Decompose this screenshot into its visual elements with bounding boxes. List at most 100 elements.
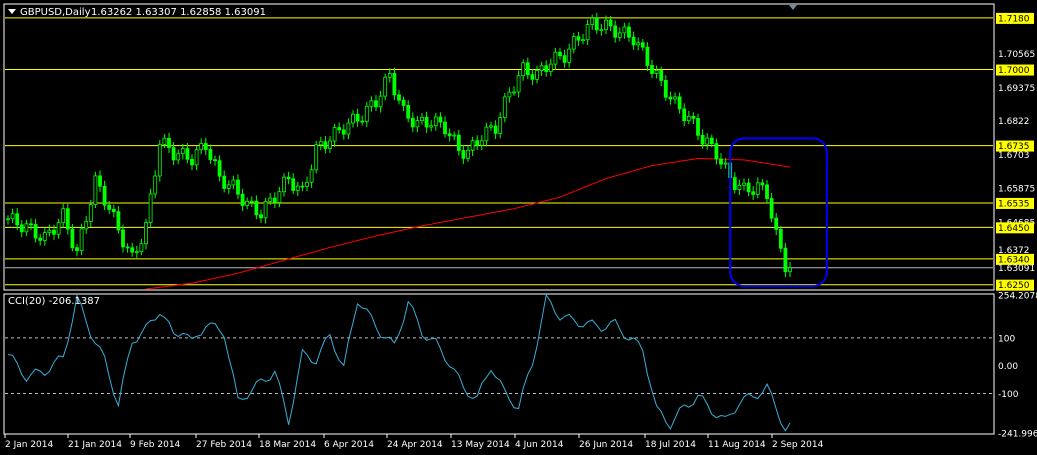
price-tick-label: 1.6250 <box>998 281 1030 291</box>
x-tick-label: 2 Jan 2014 <box>5 440 53 450</box>
candle <box>475 135 480 151</box>
candle <box>314 140 319 174</box>
candle <box>516 70 521 98</box>
candle <box>456 129 461 156</box>
candle <box>544 60 549 77</box>
candle <box>530 68 535 86</box>
candle <box>33 218 38 243</box>
candle <box>558 47 562 60</box>
candle <box>765 180 769 204</box>
candle <box>714 138 719 165</box>
candle <box>369 96 374 112</box>
candle <box>88 199 93 228</box>
candle <box>746 178 751 197</box>
candle <box>654 65 659 79</box>
horizontal-lines <box>5 17 993 286</box>
candle <box>157 139 162 182</box>
candle <box>783 243 788 277</box>
candle <box>539 61 544 77</box>
price-panel-frame <box>3 3 995 291</box>
x-tick-label: 18 Jul 2014 <box>645 440 696 450</box>
annotation-box[interactable] <box>729 137 828 288</box>
candle <box>245 197 250 210</box>
candle <box>466 145 470 162</box>
candle <box>719 153 723 170</box>
candle <box>691 112 696 124</box>
candle <box>410 112 415 133</box>
candle <box>360 115 365 126</box>
candle <box>305 176 309 192</box>
candle <box>650 59 654 79</box>
candle <box>199 138 204 154</box>
candle <box>636 37 641 51</box>
price-tick-label: 1.65875 <box>998 184 1035 194</box>
candle <box>6 215 10 225</box>
candle <box>79 223 84 256</box>
price-tick-label: 1.6450 <box>998 224 1030 234</box>
candle <box>755 177 760 199</box>
price-tick-label: 1.69375 <box>998 84 1035 94</box>
moving-average <box>145 157 791 290</box>
symbol-label: GBPUSD,Daily <box>20 7 91 18</box>
candle <box>309 164 314 188</box>
candle <box>24 219 29 236</box>
candle <box>10 208 15 223</box>
candle <box>677 92 682 114</box>
candle <box>65 202 70 235</box>
candle <box>599 23 604 36</box>
candle <box>571 32 576 54</box>
candle <box>102 180 107 210</box>
candle <box>645 42 650 72</box>
cci-tick-label: 0.00 <box>998 362 1018 372</box>
cci-axis: 254.2078 100 0.00 -100 -241.996 <box>998 292 1037 440</box>
cci-oscillator <box>5 293 993 432</box>
candle <box>622 22 627 39</box>
cci-tick-label: 100 <box>998 334 1015 344</box>
chart-svg: 1.71801.705651.70001.693751.68221.67351.… <box>3 3 1037 450</box>
candle <box>438 112 443 128</box>
candle <box>346 118 351 140</box>
candle <box>502 92 507 123</box>
cci-line <box>7 293 791 432</box>
candle <box>673 92 677 104</box>
candle <box>213 155 217 166</box>
candle <box>617 27 622 42</box>
candle <box>249 196 254 208</box>
price-tick-label: 1.6822 <box>998 117 1030 127</box>
candle <box>507 87 512 103</box>
collapse-triangle-icon[interactable] <box>8 9 16 14</box>
candle <box>420 113 424 125</box>
cci-indicator-label: CCI(20) -206.1387 <box>8 296 100 307</box>
candle <box>121 224 125 253</box>
candle <box>236 174 240 200</box>
candle <box>203 137 208 156</box>
candle <box>387 68 392 83</box>
candle <box>15 208 20 231</box>
candle <box>461 144 466 164</box>
candle <box>682 103 687 127</box>
candle <box>98 170 102 192</box>
price-axis: 1.71801.705651.70001.693751.68221.67351.… <box>996 12 1035 291</box>
candle <box>254 195 259 220</box>
price-tick-label: 1.6535 <box>998 199 1030 209</box>
candle <box>134 245 139 258</box>
shift-marker-icon[interactable] <box>789 5 797 10</box>
price-tick-label: 1.70565 <box>998 50 1035 60</box>
candle <box>392 67 397 101</box>
candle <box>332 124 337 147</box>
candle <box>484 122 489 147</box>
candle <box>194 146 199 171</box>
candle <box>300 181 305 192</box>
candle <box>627 22 631 42</box>
candle <box>355 108 360 127</box>
candle <box>433 112 438 131</box>
candle <box>47 224 52 237</box>
candle <box>498 112 503 139</box>
candle <box>429 120 434 132</box>
candle <box>93 171 98 209</box>
candle <box>562 50 567 68</box>
candle <box>424 111 429 133</box>
candle <box>732 172 737 194</box>
candle <box>760 178 765 191</box>
candle <box>277 186 282 208</box>
